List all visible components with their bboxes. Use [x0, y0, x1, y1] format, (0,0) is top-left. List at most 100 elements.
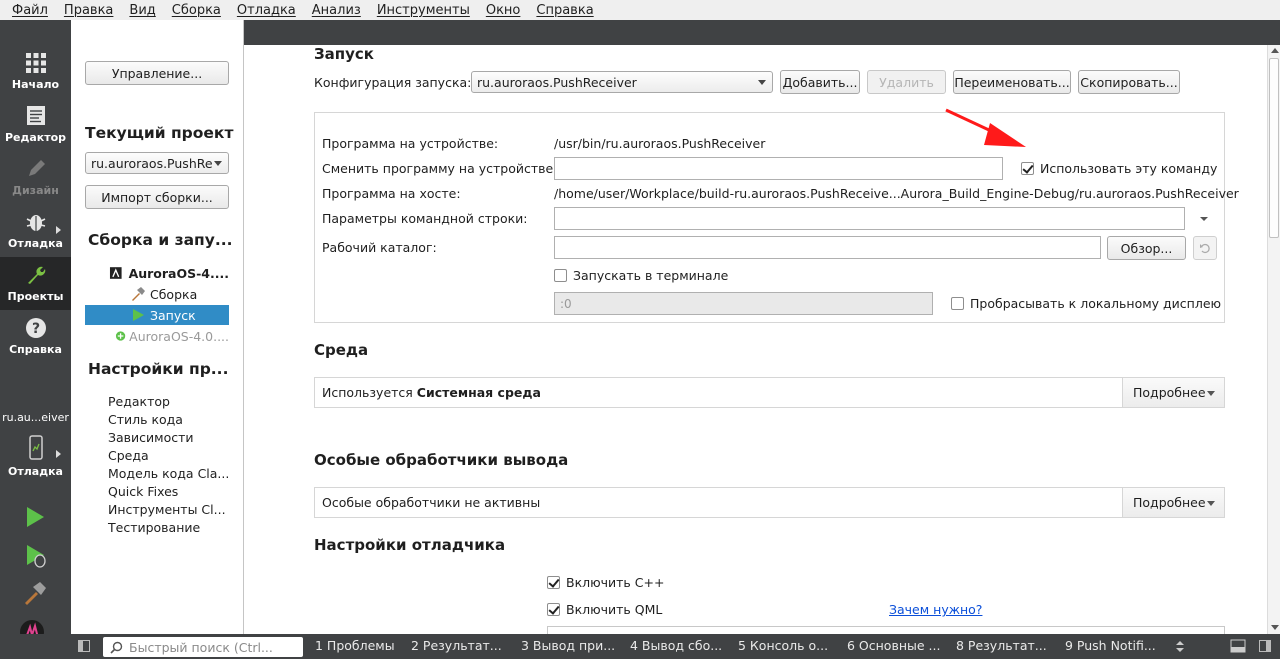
device-program-label: Программа на устройстве: — [322, 136, 499, 151]
scrollbar-thumb[interactable] — [1269, 58, 1279, 238]
debug-run-icon[interactable] — [22, 542, 48, 568]
chevron-down-icon — [214, 161, 222, 166]
status-bar: Быстрый поиск (Ctrl... 1 Проблемы 2 Резу… — [0, 634, 1280, 659]
scroll-up-icon[interactable] — [1271, 48, 1279, 53]
rename-config-button[interactable]: Переименовать... — [953, 70, 1071, 94]
kit-mode-label: Отладка — [8, 465, 63, 478]
svg-text:?: ? — [31, 321, 39, 337]
toggle-right-sidebar-icon[interactable] — [1259, 640, 1271, 652]
mode-design[interactable]: Дизайн — [0, 151, 71, 204]
environment-details-label: Подробнее — [1133, 385, 1206, 400]
output-handlers-summary: Особые обработчики не активны — [322, 495, 541, 510]
device-icon — [28, 435, 43, 460]
args-input[interactable] — [554, 207, 1185, 230]
settings-link-code-style[interactable]: Стиль кода — [108, 412, 183, 427]
pane-issues[interactable]: 1 Проблемы — [315, 638, 395, 653]
toggle-sidebar-icon[interactable] — [78, 640, 90, 652]
output-handlers-details-button[interactable]: Подробнее — [1122, 488, 1224, 517]
use-command-label: Использовать эту команду — [1040, 161, 1218, 176]
settings-link-editor[interactable]: Редактор — [108, 394, 170, 409]
browse-button[interactable]: Обзор... — [1107, 236, 1186, 260]
run-icon[interactable] — [22, 504, 48, 530]
environment-details-button[interactable]: Подробнее — [1122, 378, 1224, 407]
settings-link-quick-fixes[interactable]: Quick Fixes — [108, 484, 178, 499]
pane-scroll-arrows-icon[interactable] — [1175, 640, 1185, 653]
reset-workdir-button[interactable] — [1193, 236, 1217, 260]
menu-file[interactable]: Файл — [4, 3, 56, 18]
manage-kits-button[interactable]: Управление... — [85, 61, 229, 85]
menu-edit[interactable]: Правка — [56, 3, 121, 18]
remove-config-button[interactable]: Удалить — [867, 70, 946, 94]
tree-item-build-label: Сборка — [150, 286, 198, 302]
scroll-down-icon[interactable] — [1271, 625, 1279, 630]
enable-qml-checkbox[interactable] — [547, 603, 560, 616]
kit-selector[interactable]: Отладка — [0, 428, 71, 484]
settings-link-clang-code-model[interactable]: Модель кода Cla... — [108, 466, 229, 481]
pane-compile-output[interactable]: 4 Вывод сбо... — [630, 638, 722, 653]
pane-search-results[interactable]: 2 Результат... — [411, 638, 502, 653]
progress-details-icon[interactable] — [1230, 639, 1246, 653]
tree-item-run[interactable]: Запуск — [85, 305, 229, 325]
settings-link-testing[interactable]: Тестирование — [108, 520, 200, 535]
mode-label: Проекты — [7, 290, 64, 303]
enable-qml-label: Включить QML — [566, 602, 663, 617]
forward-display-checkbox[interactable] — [951, 297, 964, 310]
main-scrollbar[interactable] — [1267, 45, 1280, 634]
menu-analyze[interactable]: Анализ — [304, 3, 369, 18]
pane-test-results[interactable]: 8 Результат... — [956, 638, 1047, 653]
environment-section-title: Среда — [314, 341, 369, 359]
pane-push-notifications[interactable]: 9 Push Notifi... — [1065, 638, 1156, 653]
import-build-button[interactable]: Импорт сборки... — [85, 185, 229, 209]
locator-search-input[interactable]: Быстрый поиск (Ctrl... — [103, 637, 303, 657]
pane-app-output[interactable]: 3 Вывод при... — [521, 638, 615, 653]
mode-projects[interactable]: Проекты — [0, 257, 71, 310]
settings-link-environment[interactable]: Среда — [108, 448, 149, 463]
args-history-chevron-icon[interactable] — [1199, 215, 1209, 223]
output-handlers-section-title: Особые обработчики вывода — [314, 451, 569, 469]
run-config-combo[interactable]: ru.auroraos.PushReceiver — [471, 71, 773, 93]
chevron-down-icon — [1207, 501, 1215, 506]
project-settings-heading: Настройки пр... — [88, 360, 229, 378]
tree-item-kit[interactable]: AuroraOS-4.... — [85, 263, 229, 283]
use-command-checkbox[interactable] — [1021, 162, 1034, 175]
display-input[interactable]: :0 — [554, 292, 933, 315]
menu-build[interactable]: Сборка — [164, 3, 229, 18]
settings-link-clang-tools[interactable]: Инструменты Cl... — [108, 502, 226, 517]
pencil-icon — [28, 160, 45, 176]
help-icon: ? — [25, 318, 46, 338]
pane-debugger-console[interactable]: 5 Консоль о... — [738, 638, 828, 653]
menu-view[interactable]: Вид — [121, 3, 163, 18]
settings-link-dependencies[interactable]: Зависимости — [108, 430, 194, 445]
mode-debug[interactable]: Отладка — [0, 204, 71, 257]
device-program-value: /usr/bin/ru.auroraos.PushReceiver — [554, 136, 766, 151]
mode-bar: Начало Редактор Дизайн Отладка Проекты ? — [0, 45, 71, 647]
qml-options-field[interactable] — [547, 626, 1225, 634]
output-handlers-details-label: Подробнее — [1133, 495, 1206, 510]
mode-welcome[interactable]: Начало — [0, 45, 71, 98]
menu-tools[interactable]: Инструменты — [369, 3, 478, 18]
current-project-heading: Текущий проект — [85, 124, 234, 142]
kit-menu-arrow-icon — [56, 450, 61, 458]
workdir-input[interactable] — [554, 236, 1101, 259]
add-config-button[interactable]: Добавить... — [780, 70, 860, 94]
pane-general-messages[interactable]: 6 Основные ... — [847, 638, 940, 653]
mode-edit[interactable]: Редактор — [0, 98, 71, 151]
menu-window[interactable]: Окно — [478, 3, 529, 18]
build-hammer-icon[interactable] — [22, 580, 48, 606]
why-needed-link[interactable]: Зачем нужно? — [889, 602, 982, 617]
mode-help[interactable]: ? Справка — [0, 310, 71, 363]
chevron-down-icon — [1207, 391, 1215, 396]
run-in-terminal-checkbox[interactable] — [554, 269, 567, 282]
clone-config-button[interactable]: Скопировать... — [1078, 70, 1180, 94]
alt-program-input[interactable] — [554, 157, 1003, 180]
kit-icon — [109, 267, 122, 279]
menu-debug[interactable]: Отладка — [229, 3, 304, 18]
tree-item-build[interactable]: Сборка — [85, 284, 229, 304]
tree-item-other-kit[interactable]: AuroraOS-4.0.... — [85, 326, 229, 346]
project-combo[interactable]: ru.auroraos.PushRe — [85, 152, 229, 174]
menu-help[interactable]: Справка — [528, 3, 601, 18]
tree-item-other-kit-label: AuroraOS-4.0.... — [129, 328, 229, 344]
tree-item-kit-label: AuroraOS-4.... — [128, 265, 229, 281]
enable-cpp-checkbox[interactable] — [547, 576, 560, 589]
mode-label: Редактор — [4, 131, 67, 144]
